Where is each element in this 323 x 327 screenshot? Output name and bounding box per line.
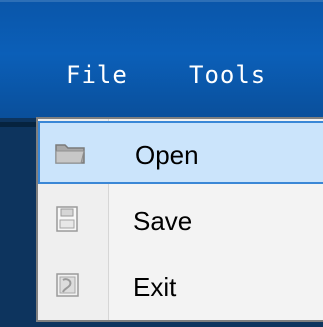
menu-item-save-label: Save: [133, 206, 193, 236]
menu-tools[interactable]: Tools: [189, 61, 266, 89]
menu-item-exit[interactable]: Exit: [38, 255, 323, 318]
exit-icon: [50, 270, 84, 300]
menu-item-open[interactable]: Open: [38, 121, 323, 184]
menu-bar: File Tools: [0, 0, 323, 118]
menu-item-open-label: Open: [135, 140, 199, 170]
save-icon: [50, 204, 84, 234]
menu-file[interactable]: File: [66, 61, 128, 89]
folder-icon: [54, 138, 88, 168]
file-menu-dropdown: Open Save Exit: [36, 117, 323, 322]
menu-item-save[interactable]: Save: [38, 189, 323, 252]
menu-item-exit-label: Exit: [133, 272, 177, 302]
